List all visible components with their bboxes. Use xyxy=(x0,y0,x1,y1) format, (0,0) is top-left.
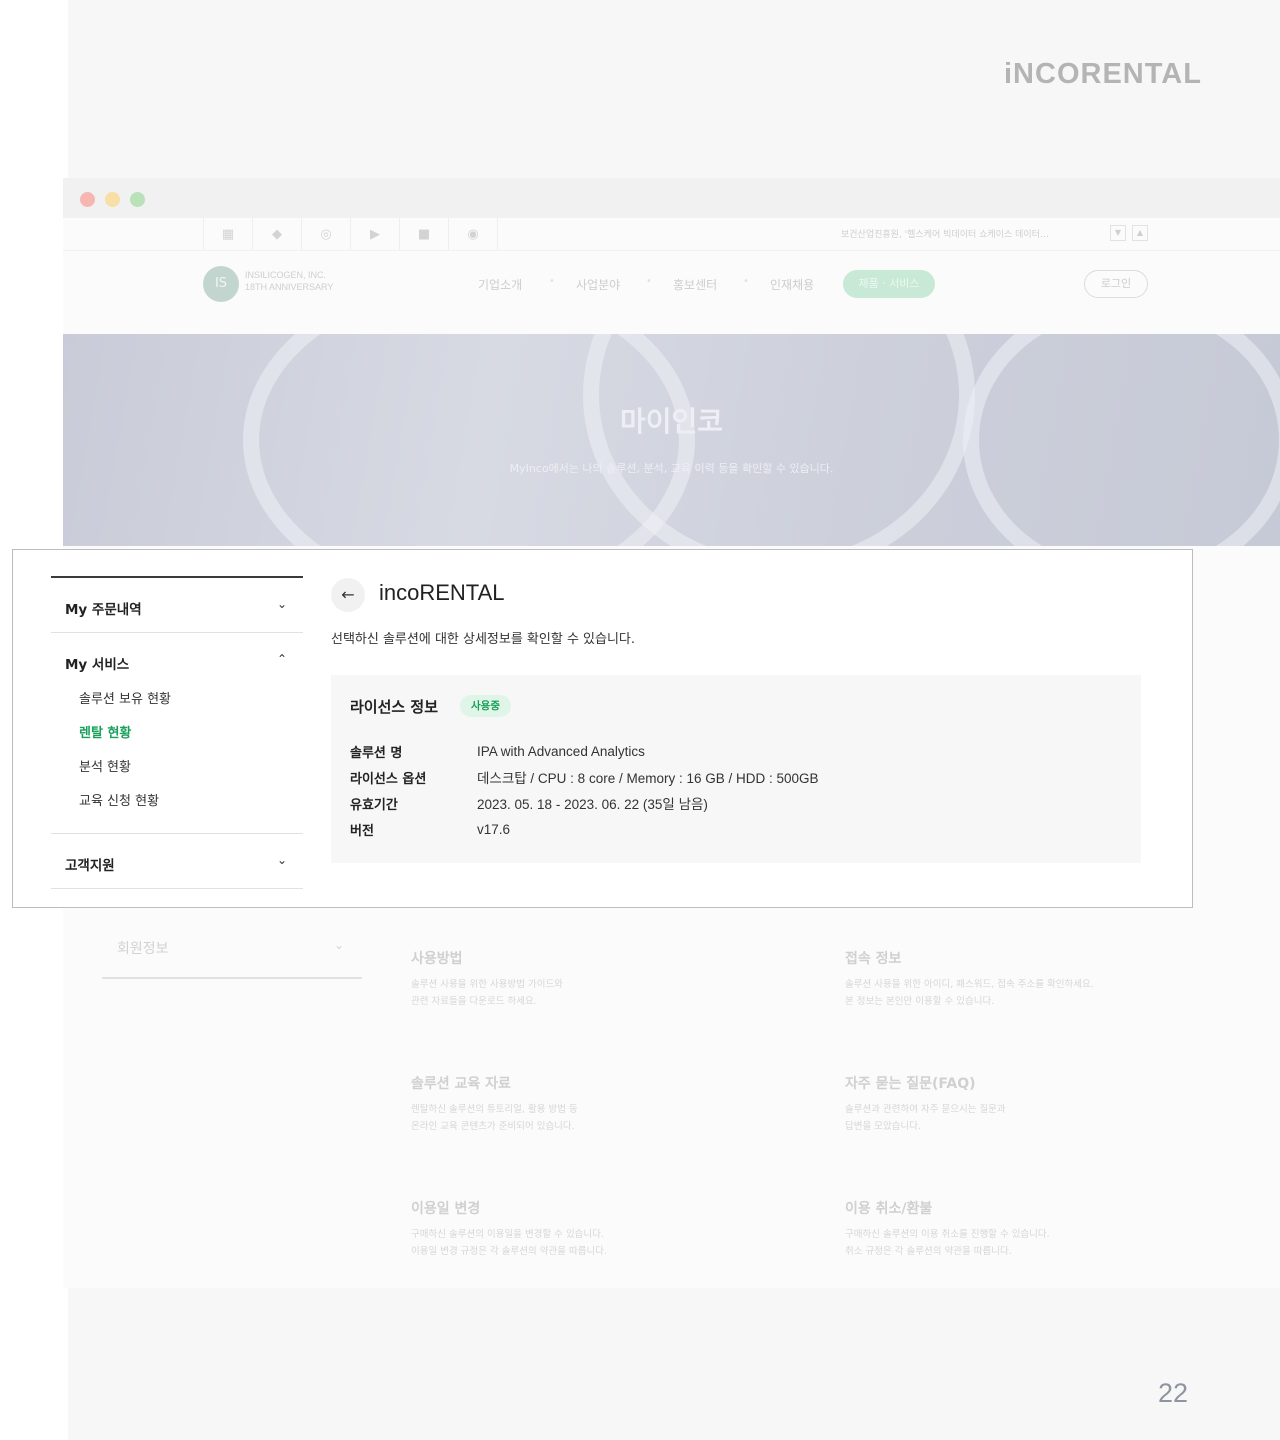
maximize-window-dot[interactable] xyxy=(130,192,145,207)
sidebar-item-support[interactable]: 고객지원 ⌄ xyxy=(51,834,303,889)
card-access-info[interactable]: 접속 정보 솔루션 사용을 위한 아이디, 패스워드, 접속 주소를 확인하세요… xyxy=(845,948,1225,1010)
sidebar-sub-rental-status[interactable]: 렌탈 현황 xyxy=(51,721,303,755)
sidebar-sub-education-status[interactable]: 교육 신청 현황 xyxy=(51,789,303,823)
play-icon[interactable]: ▶ xyxy=(350,218,399,250)
card-usage-guide[interactable]: 사용방법 솔루션 사용을 위한 사용방법 가이드와 관련 자료들을 다운로드 하세… xyxy=(411,948,791,1010)
card-training-materials[interactable]: 솔루션 교육 자료 렌탈하신 솔루션의 튜토리얼, 활용 방법 등 온라인 교육 … xyxy=(411,1073,791,1135)
sidebar-item-member-faded[interactable]: 회원정보 ⌄ xyxy=(102,919,362,979)
license-info-title: 라이선스 정보 xyxy=(350,698,439,716)
nav-careers[interactable]: 인재채용 xyxy=(770,276,814,293)
chevron-up-icon[interactable]: ▲ xyxy=(1132,225,1148,241)
page-description: 선택하신 솔루션에 대한 상세정보를 확인할 수 있습니다. xyxy=(331,632,636,647)
license-row-solution: 솔루션 명 IPA with Advanced Analytics xyxy=(350,743,645,761)
license-info-rows: 솔루션 명 IPA with Advanced Analytics 라이선스 옵… xyxy=(350,738,819,842)
sidebar-sub-analysis-status[interactable]: 분석 현황 xyxy=(51,755,303,789)
chevron-down-icon: ⌄ xyxy=(333,938,344,952)
facebook-icon[interactable]: ■ xyxy=(399,218,448,250)
sidebar-item-orders[interactable]: My 주문내역 ⌄ xyxy=(51,578,303,633)
global-nav: IS INSILICOGEN, INC. 18TH ANNIVERSARY 기업… xyxy=(63,250,1280,335)
hero-title: 마이인코 xyxy=(619,405,724,438)
nav-separator: • xyxy=(646,276,652,287)
brand-logo: iNCORENTAL xyxy=(1004,58,1202,90)
status-badge: 사용중 xyxy=(460,695,511,717)
dna-decoration xyxy=(963,334,1280,546)
utility-bar: ▦ ◆ ◎ ▶ ■ ◉ 보건산업진흥원, '헬스케어 빅데이터 쇼케이스 데이터… xyxy=(63,218,1280,250)
page-title: incoRENTAL xyxy=(379,580,505,605)
dna-decoration xyxy=(583,334,975,546)
social-links: ▦ ◆ ◎ ▶ ■ ◉ xyxy=(203,218,498,250)
highlight-panel: My 주문내역 ⌄ My 서비스 ⌃ 솔루션 보유 현황 렌탈 현황 분석 현황… xyxy=(12,549,1193,908)
company-logo-text[interactable]: INSILICOGEN, INC. 18TH ANNIVERSARY xyxy=(245,269,333,293)
nav-separator: • xyxy=(743,276,749,287)
license-row-version: 버전 v17.6 xyxy=(350,821,511,839)
chevron-down-icon: ⌄ xyxy=(276,853,287,867)
chevron-down-icon: ⌄ xyxy=(276,597,287,611)
blog-icon[interactable]: ◎ xyxy=(301,218,350,250)
instagram-icon[interactable]: ◉ xyxy=(448,218,498,250)
back-arrow-icon[interactable]: ← xyxy=(331,578,365,612)
chevron-up-icon: ⌃ xyxy=(276,652,287,666)
sidebar-item-services[interactable]: My 서비스 ⌃ xyxy=(51,633,303,687)
hero-banner: 마이인코 MyInco에서는 나의 솔루션, 분석, 교육 이력 등을 확인할 … xyxy=(63,334,1280,546)
nav-company[interactable]: 기업소개 xyxy=(478,276,522,293)
sidebar-item-member[interactable]: 회원정보 xyxy=(51,889,303,907)
company-logo-icon[interactable]: IS xyxy=(203,266,239,302)
card-cancel-refund[interactable]: 이용 취소/환불 구매하신 솔루션의 이용 취소를 진행할 수 있습니다. 취소 … xyxy=(845,1198,1225,1260)
card-faq[interactable]: 자주 묻는 질문(FAQ) 솔루션과 관련하여 자주 묻으시는 질문과 답변을 모… xyxy=(845,1073,1225,1135)
nav-business[interactable]: 사업분야 xyxy=(576,276,620,293)
nav-pr-center[interactable]: 홍보센터 xyxy=(673,276,717,293)
building-icon[interactable]: ▦ xyxy=(203,218,252,250)
nav-separator: • xyxy=(549,276,555,287)
license-row-period: 유효기간 2023. 05. 18 - 2023. 06. 22 (35일 남음… xyxy=(350,797,708,813)
hero-subtitle: MyInco에서는 나의 솔루션, 분석, 교육 이력 등을 확인할 수 있습니… xyxy=(509,462,834,475)
sidebar-menu: My 주문내역 ⌄ My 서비스 ⌃ 솔루션 보유 현황 렌탈 현황 분석 현황… xyxy=(51,576,303,907)
license-row-option: 라이선스 옵션 데스크탑 / CPU : 8 core / Memory : 1… xyxy=(350,771,819,787)
nav-products-services[interactable]: 제품 · 서비스 xyxy=(843,270,935,298)
close-window-dot[interactable] xyxy=(80,192,95,207)
minimize-window-dot[interactable] xyxy=(105,192,120,207)
page-number: 22 xyxy=(1158,1378,1189,1408)
window-titlebar xyxy=(63,178,1280,218)
sidebar-group-services: My 서비스 ⌃ 솔루션 보유 현황 렌탈 현황 분석 현황 교육 신청 현황 xyxy=(51,633,303,834)
card-change-date[interactable]: 이용일 변경 구매하신 솔루션의 이용일을 변경할 수 있습니다. 이용일 변경 … xyxy=(411,1198,791,1260)
license-info-box: 라이선스 정보 사용중 솔루션 명 IPA with Advanced Anal… xyxy=(331,675,1141,863)
notice-text[interactable]: 보건산업진흥원, '헬스케어 빅데이터 쇼케이스 데이터… xyxy=(841,227,1049,240)
login-button[interactable]: 로그인 xyxy=(1084,270,1148,298)
sidebar-sub-solution-holdings[interactable]: 솔루션 보유 현황 xyxy=(51,687,303,721)
graduation-cap-icon[interactable]: ◆ xyxy=(252,218,301,250)
chevron-down-icon[interactable]: ▼ xyxy=(1110,225,1126,241)
